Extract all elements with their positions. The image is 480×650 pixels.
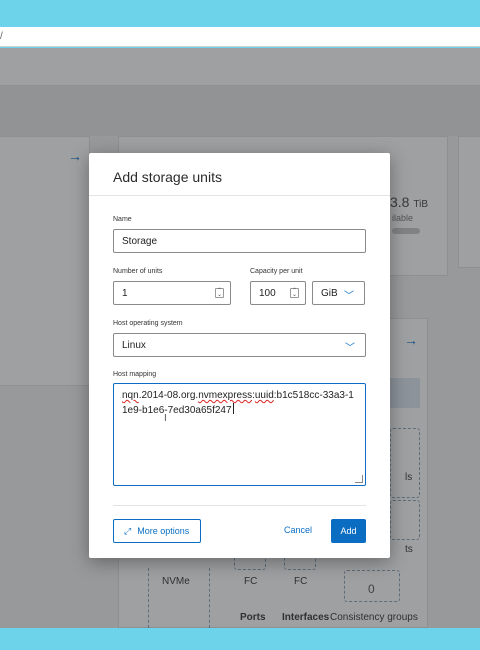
dialog-title: Add storage units [113,169,222,185]
mapping-text-nvmexpress: nvmexpress [198,390,253,401]
capacity-input[interactable]: 100 ⌃ ⌄ [250,281,306,305]
capacity-unit-select[interactable]: GiB ﹀ [312,281,365,305]
host-os-value: Linux [122,340,146,351]
footer-divider [113,505,366,506]
host-os-label: Host operating system [113,320,183,327]
host-mapping-textarea[interactable]: nqn.2014-08.org.nvmexpress:uuid:b1c518cc… [113,383,366,486]
address-bar[interactable]: / [0,27,480,47]
spin-buttons-icon[interactable]: ⌃ ⌄ [290,288,299,298]
number-of-units-label: Number of units [113,268,163,275]
capacity-unit-value: GiB [321,288,338,299]
bottom-band [0,628,480,650]
more-options-label: More options [137,526,190,536]
title-divider [89,195,390,196]
capacity-value: 100 [259,288,276,299]
top-band [0,0,480,27]
resize-grip-icon[interactable] [355,475,363,483]
host-mapping-label: Host mapping [113,371,157,378]
number-of-units-input[interactable]: 1 ⌃ ⌄ [113,281,231,305]
name-input[interactable]: Storage [113,229,366,253]
cancel-button[interactable]: Cancel [284,525,312,535]
url-text: / [0,31,3,42]
number-of-units-value: 1 [122,288,128,299]
chevron-down-icon: ﹀ [344,291,354,302]
mapping-text: .2014-08.org. [138,390,199,401]
text-cursor-icon: I [164,413,167,424]
expand-arrows-icon: ⤢ [124,526,132,536]
spin-buttons-icon[interactable]: ⌃ ⌄ [215,288,224,298]
name-label: Name [113,216,132,223]
text-caret [232,403,234,414]
more-options-button[interactable]: ⤢ More options [113,519,201,543]
mapping-text-uuid: uuid [254,390,274,401]
add-button[interactable]: Add [331,519,366,543]
capacity-per-unit-label: Capacity per unit [250,268,303,275]
chevron-down-icon: ﹀ [345,343,355,354]
host-os-select[interactable]: Linux ﹀ [113,333,366,357]
name-value: Storage [122,236,158,247]
add-storage-units-dialog: Add storage units Name Storage Number of… [89,153,390,558]
mapping-text-nqn: nqn [122,390,139,401]
